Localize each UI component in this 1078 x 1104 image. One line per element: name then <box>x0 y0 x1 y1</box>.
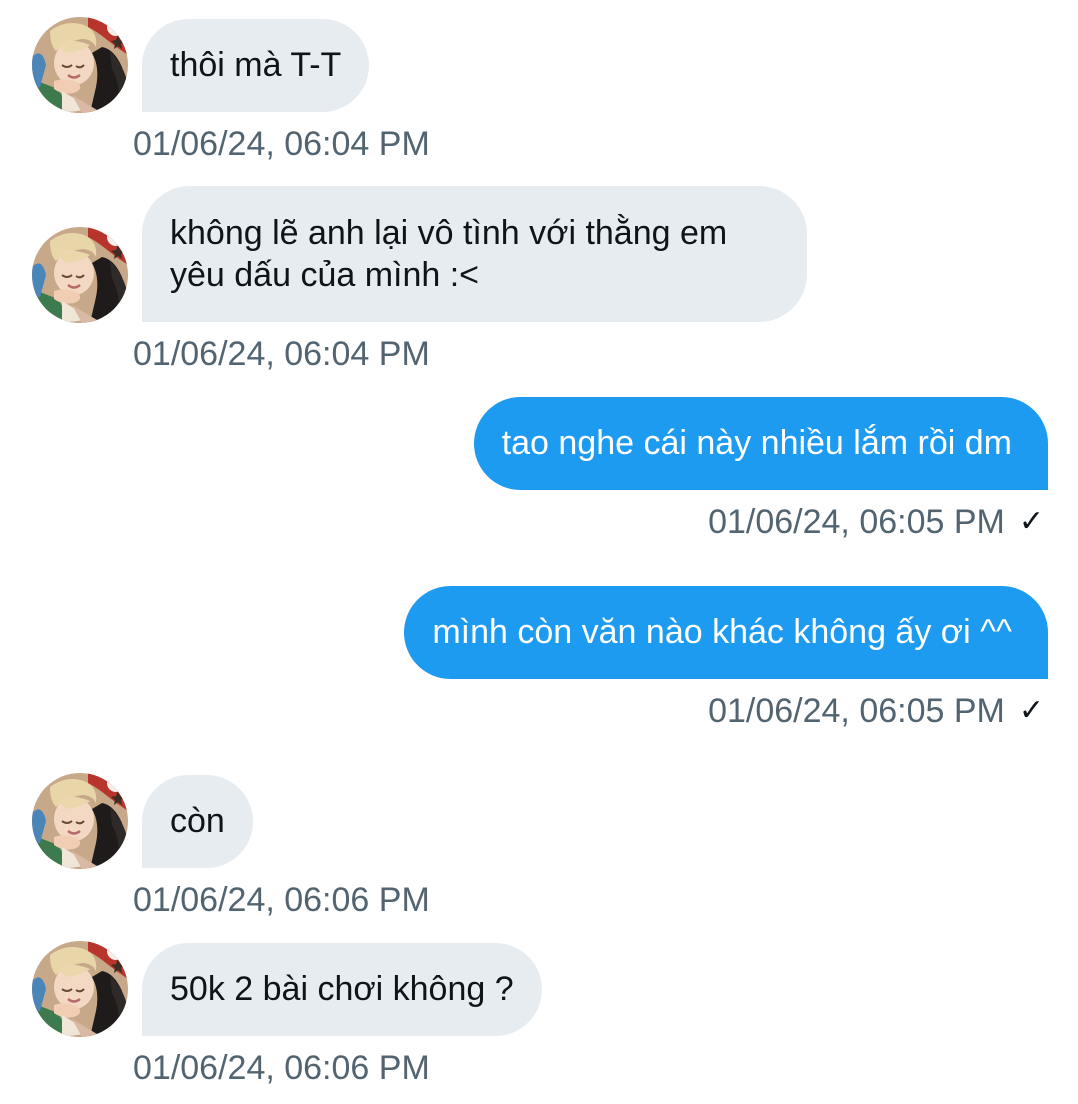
message-bubble-incoming[interactable]: không lẽ anh lại vô tình với thằng em yê… <box>142 186 808 322</box>
contact-avatar-photo <box>32 941 128 1037</box>
contact-avatar[interactable] <box>32 941 128 1037</box>
message-timestamp: 01/06/24, 06:05 PM ✓ <box>708 502 1044 542</box>
contact-avatar-photo <box>32 227 128 323</box>
message-bubble-outgoing[interactable]: mình còn văn nào khác không ấy ơi ^^ <box>404 586 1048 679</box>
message-timestamp: 01/06/24, 06:06 PM <box>133 881 430 919</box>
check-icon: ✓ <box>1018 694 1044 727</box>
message-text: tao nghe cái này nhiều lắm rồi dm <box>501 424 1012 462</box>
message-text: còn <box>170 802 225 840</box>
contact-avatar-photo <box>32 17 128 113</box>
message-bubble-outgoing[interactable]: tao nghe cái này nhiều lắm rồi dm <box>473 397 1048 490</box>
timestamp-text: 01/06/24, 06:05 PM <box>708 692 1005 730</box>
message-bubble-incoming[interactable]: 50k 2 bài chơi không ? <box>142 943 542 1036</box>
contact-avatar[interactable] <box>32 773 128 869</box>
message-text-line: yêu dấu của mình :< <box>170 256 480 294</box>
message-text: 50k 2 bài chơi không ? <box>170 970 514 1008</box>
timestamp-text: 01/06/24, 06:05 PM <box>708 503 1005 541</box>
message-timestamp: 01/06/24, 06:04 PM <box>133 335 430 373</box>
contact-avatar-photo <box>32 773 128 869</box>
check-icon: ✓ <box>1018 505 1044 538</box>
message-timestamp: 01/06/24, 06:05 PM ✓ <box>708 691 1044 731</box>
message-timestamp: 01/06/24, 06:06 PM <box>133 1049 430 1087</box>
message-text-line: không lẽ anh lại vô tình với thằng em <box>170 214 728 252</box>
message-text: thôi mà T-T <box>170 46 342 84</box>
message-bubble-incoming[interactable]: thôi mà T-T <box>142 19 370 112</box>
message-timestamp: 01/06/24, 06:04 PM <box>133 125 430 163</box>
message-bubble-incoming[interactable]: còn <box>142 775 253 868</box>
contact-avatar[interactable] <box>32 227 128 323</box>
message-text: mình còn văn nào khác không ấy ơi ^^ <box>432 613 1012 651</box>
contact-avatar[interactable] <box>32 17 128 113</box>
